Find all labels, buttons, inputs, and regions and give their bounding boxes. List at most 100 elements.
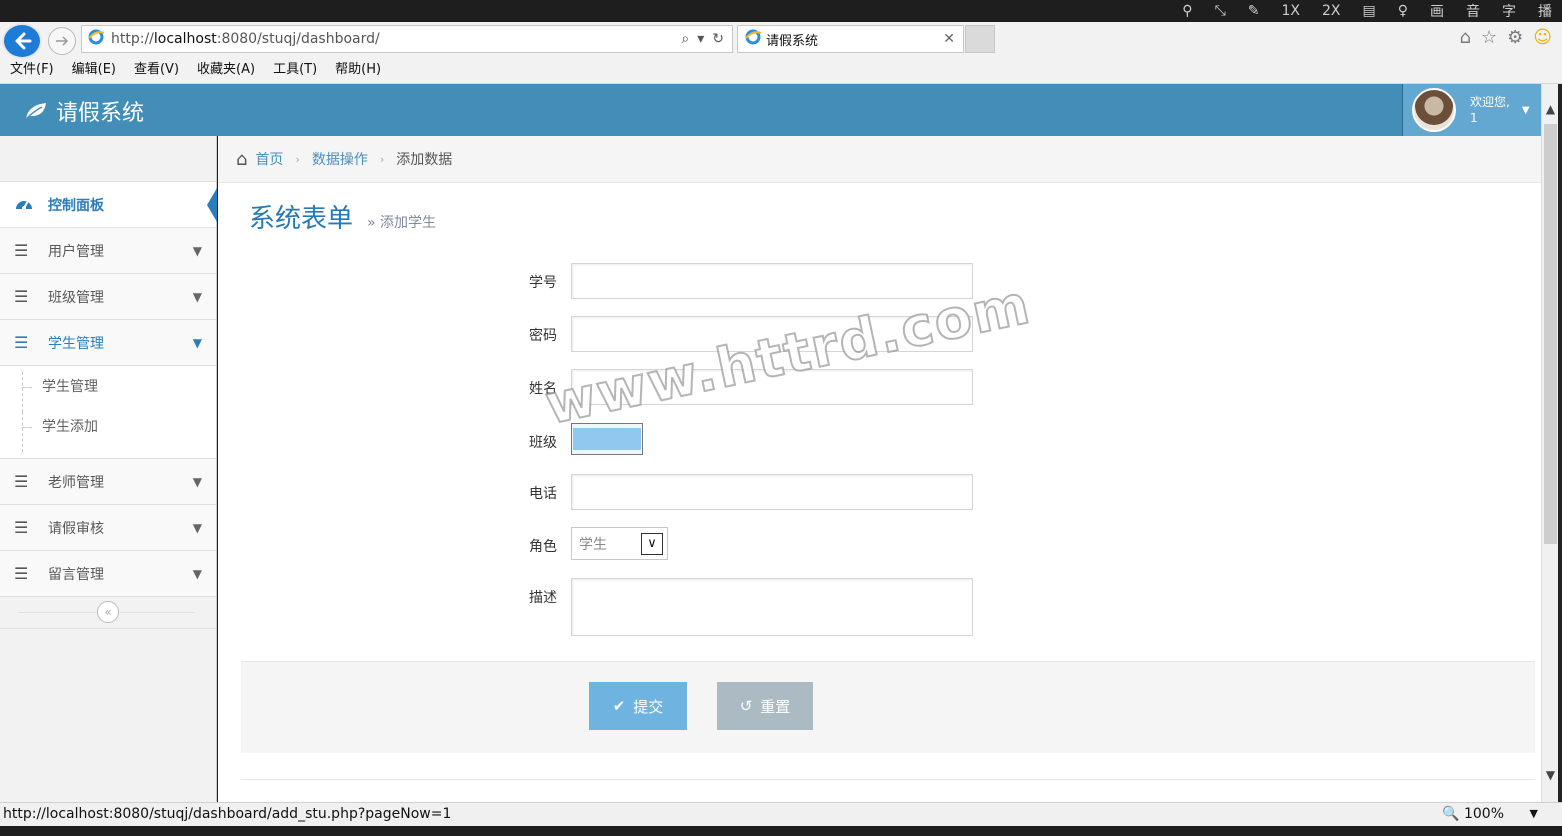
scroll-up-icon[interactable]: ▲ bbox=[1544, 102, 1557, 118]
sidebar-item-leave-review[interactable]: ☰ 请假审核 ▼ bbox=[0, 505, 216, 551]
forward-button[interactable] bbox=[48, 27, 76, 55]
favorites-star-icon[interactable]: ☆ bbox=[1481, 27, 1497, 48]
refresh-icon[interactable]: ↻ bbox=[712, 31, 724, 47]
subtitle-button[interactable]: 字 bbox=[1502, 1, 1516, 21]
sidebar-item-label: 请假审核 bbox=[48, 520, 104, 537]
settings-gear-icon[interactable]: ⚙ bbox=[1507, 27, 1523, 48]
scrollbar-thumb[interactable] bbox=[1544, 124, 1557, 544]
chevron-down-icon: ▼ bbox=[192, 335, 202, 350]
menu-file[interactable]: 文件(F) bbox=[10, 58, 54, 82]
submit-button[interactable]: ✔ 提交 bbox=[589, 682, 687, 730]
undo-icon: ↺ bbox=[739, 697, 753, 715]
divider bbox=[241, 779, 1535, 780]
breadcrumb-separator-icon: › bbox=[295, 152, 300, 166]
form-row-student-id: 学号 bbox=[218, 263, 973, 299]
sidebar-item-messages[interactable]: ☰ 留言管理 ▼ bbox=[0, 551, 216, 597]
sidebar-item-label: 班级管理 bbox=[48, 289, 104, 306]
student-id-input[interactable] bbox=[571, 263, 973, 299]
sidebar-item-teachers[interactable]: ☰ 老师管理 ▼ bbox=[0, 459, 216, 505]
url-rest: :8080/stuqj/dashboard/ bbox=[216, 31, 380, 47]
back-button[interactable] bbox=[2, 23, 42, 59]
phone-input[interactable] bbox=[571, 474, 973, 510]
new-tab-button[interactable] bbox=[965, 25, 995, 53]
sidebar-item-classes[interactable]: ☰ 班级管理 ▼ bbox=[0, 274, 216, 320]
breadcrumb: ⌂ 首页 › 数据操作 › 添加数据 bbox=[218, 136, 1541, 183]
page-scrollbar[interactable]: ▲ ▼ bbox=[1541, 84, 1558, 802]
zoom-level[interactable]: 🔍 100% bbox=[1442, 806, 1504, 822]
breadcrumb-section[interactable]: 数据操作 bbox=[312, 149, 368, 169]
list-icon: ☰ bbox=[14, 564, 29, 583]
arrow-right-icon bbox=[56, 36, 69, 46]
ie-icon bbox=[87, 28, 107, 50]
speed-2x-button[interactable]: 2X bbox=[1322, 3, 1341, 19]
home-icon: ⌂ bbox=[236, 148, 248, 170]
submenu-student-list[interactable]: 学生管理 bbox=[0, 372, 216, 412]
submenu-student-add[interactable]: 学生添加 bbox=[0, 412, 216, 452]
brand-title: 请假系统 bbox=[56, 101, 145, 126]
picture-button[interactable]: 画 bbox=[1430, 1, 1444, 21]
tab-ie-icon bbox=[744, 28, 762, 50]
audio-button[interactable]: 音 bbox=[1466, 1, 1480, 21]
sidebar-item-label: 学生管理 bbox=[48, 335, 104, 352]
username: 1 bbox=[1470, 111, 1478, 125]
list-icon: ☰ bbox=[14, 472, 29, 491]
breadcrumb-home[interactable]: 首页 bbox=[255, 149, 283, 169]
menu-view[interactable]: 查看(V) bbox=[134, 58, 179, 82]
main-content: ⌂ 首页 › 数据操作 › 添加数据 系统表单 » 添加学生 学号 密码 姓名 … bbox=[218, 136, 1541, 802]
chevron-down-icon: ▼ bbox=[192, 243, 202, 258]
student-id-label: 学号 bbox=[529, 275, 557, 291]
sidebar-collapse-row: « bbox=[0, 597, 216, 629]
sidebar-item-students[interactable]: ☰ 学生管理 ▼ bbox=[0, 320, 216, 366]
class-select-highlight bbox=[573, 428, 641, 450]
close-tab-icon[interactable]: ✕ bbox=[943, 31, 955, 47]
dashboard-icon bbox=[14, 195, 38, 215]
address-bar[interactable]: http://localhost:8080/stuqj/dashboard/ ⌕… bbox=[81, 25, 733, 53]
tab-title: 请假系统 bbox=[766, 33, 819, 49]
expand-icon[interactable]: ⤡ bbox=[1215, 3, 1226, 19]
role-select-value: 学生 bbox=[579, 536, 607, 553]
sidebar-item-dashboard[interactable]: 控制面板 bbox=[0, 182, 217, 228]
zoom-dropdown-icon[interactable]: ▼ bbox=[1530, 807, 1538, 820]
status-bar: http://localhost:8080/stuqj/dashboard/ad… bbox=[0, 802, 1562, 826]
sidebar-item-label: 控制面板 bbox=[48, 197, 104, 214]
scroll-down-icon[interactable]: ▼ bbox=[1544, 768, 1557, 784]
pin-icon[interactable]: ⚲ bbox=[1182, 3, 1192, 19]
menu-favorites[interactable]: 收藏夹(A) bbox=[197, 58, 255, 82]
form-row-phone: 电话 bbox=[218, 474, 973, 510]
layout-icon[interactable]: ▤ bbox=[1363, 3, 1376, 19]
check-icon: ✔ bbox=[612, 697, 626, 715]
taskbar-edge bbox=[0, 826, 1562, 836]
reset-button[interactable]: ↺ 重置 bbox=[717, 682, 813, 730]
browser-tab[interactable]: 请假系统 ✕ bbox=[737, 25, 964, 53]
url-prefix: http:// bbox=[111, 31, 154, 47]
user-menu[interactable]: 欢迎您, 1 ▼ bbox=[1402, 84, 1541, 136]
chevron-down-icon: ▼ bbox=[192, 474, 202, 489]
sidebar-item-users[interactable]: ☰ 用户管理 ▼ bbox=[0, 228, 216, 274]
dropdown-icon[interactable]: ▾ bbox=[697, 31, 704, 47]
breadcrumb-separator-icon: › bbox=[379, 152, 385, 166]
description-textarea[interactable] bbox=[571, 578, 973, 636]
smiley-icon[interactable]: ☺ bbox=[1533, 27, 1552, 48]
sidebar-item-label: 老师管理 bbox=[48, 474, 104, 491]
menu-help[interactable]: 帮助(H) bbox=[335, 58, 381, 82]
menu-tools[interactable]: 工具(T) bbox=[273, 58, 317, 82]
play-button[interactable]: 播 bbox=[1538, 1, 1552, 21]
role-select[interactable]: 学生 ∨ bbox=[571, 527, 668, 560]
bulb-icon[interactable]: ♀ bbox=[1398, 3, 1408, 19]
url-text: http://localhost:8080/stuqj/dashboard/ bbox=[111, 31, 681, 47]
speed-1x-button[interactable]: 1X bbox=[1282, 3, 1301, 19]
chevron-down-icon: ▼ bbox=[192, 566, 202, 581]
brand[interactable]: 请假系统 bbox=[24, 95, 144, 127]
reset-label: 重置 bbox=[760, 697, 791, 716]
chevron-down-icon: ▼ bbox=[192, 520, 202, 535]
menu-edit[interactable]: 编辑(E) bbox=[72, 58, 116, 82]
form-row-description: 描述 bbox=[218, 578, 973, 636]
edit-icon[interactable]: ✎ bbox=[1248, 3, 1260, 19]
collapse-sidebar-button[interactable]: « bbox=[97, 601, 119, 623]
player-toolbar: ⚲ ⤡ ✎ 1X 2X ▤ ♀ 画 音 字 播 bbox=[0, 0, 1562, 22]
search-icon[interactable]: ⌕ bbox=[681, 31, 689, 47]
sidebar-shortcuts bbox=[0, 136, 216, 182]
zoom-icon: 🔍 bbox=[1442, 806, 1460, 822]
role-label: 角色 bbox=[529, 539, 557, 555]
home-icon[interactable]: ⌂ bbox=[1460, 27, 1471, 48]
